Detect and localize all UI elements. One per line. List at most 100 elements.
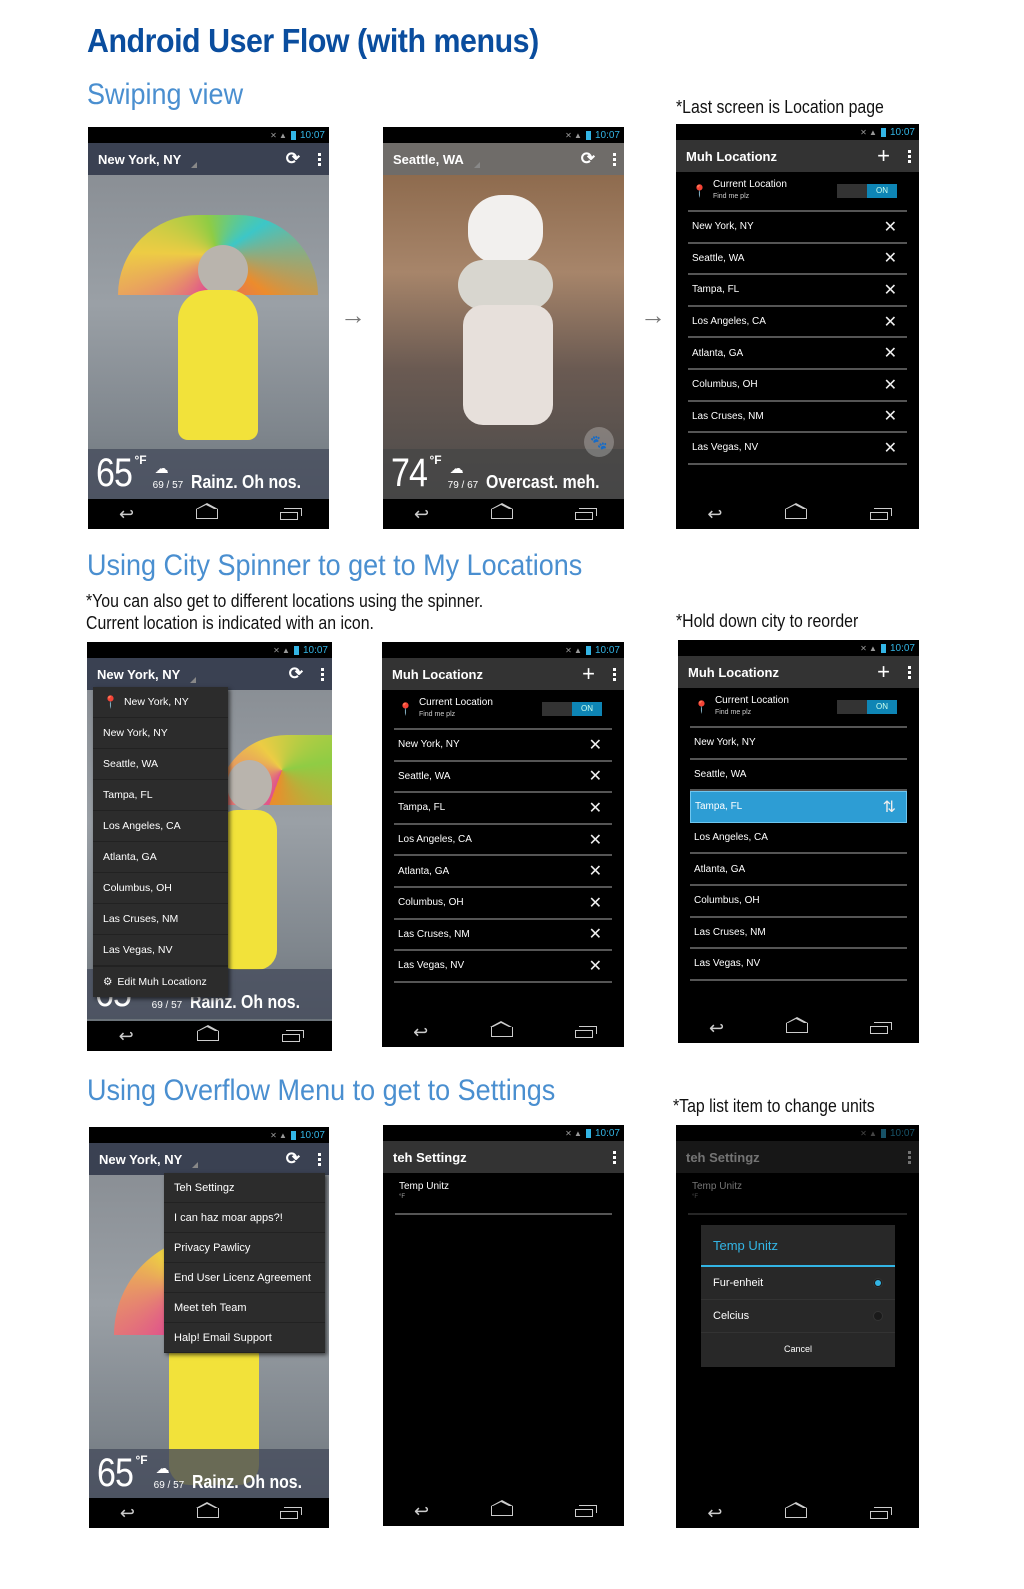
home-icon[interactable] <box>490 503 514 519</box>
remove-icon[interactable]: ✕ <box>884 375 897 395</box>
list-item[interactable]: Las Cruses, NM ✕ <box>688 402 907 434</box>
spinner-item[interactable]: Columbus, OH <box>93 873 228 904</box>
temp-units-row[interactable]: Temp Unitz °F <box>395 1173 612 1215</box>
overflow-menu-icon[interactable] <box>318 1152 321 1166</box>
home-icon[interactable] <box>490 1021 513 1037</box>
back-icon[interactable]: ↩ <box>709 1019 724 1037</box>
back-icon[interactable]: ↩ <box>413 1023 428 1041</box>
overflow-menu-icon[interactable] <box>613 667 616 681</box>
remove-icon[interactable]: ✕ <box>589 766 602 786</box>
home-icon[interactable] <box>784 503 808 519</box>
recents-icon[interactable] <box>869 507 892 520</box>
list-item[interactable]: Las Vegas, NV ✕ <box>688 433 907 465</box>
home-icon[interactable] <box>195 503 219 519</box>
spinner-item-current[interactable]: 📍 New York, NY <box>93 687 228 718</box>
add-location-icon[interactable]: + <box>877 659 890 685</box>
list-item[interactable]: Columbus, OH <box>690 886 907 918</box>
spinner-item[interactable]: Tampa, FL <box>93 780 228 811</box>
recents-icon[interactable] <box>280 507 303 520</box>
home-icon[interactable] <box>490 1500 514 1516</box>
overflow-menu-icon[interactable] <box>908 149 911 163</box>
overflow-menu-icon[interactable] <box>613 1150 616 1164</box>
remove-icon[interactable]: ✕ <box>884 343 897 363</box>
remove-icon[interactable]: ✕ <box>589 924 602 944</box>
remove-icon[interactable]: ✕ <box>589 798 602 818</box>
remove-icon[interactable]: ✕ <box>589 893 602 913</box>
back-icon[interactable]: ↩ <box>414 1502 429 1520</box>
list-item-dragging[interactable]: Tampa, FL ⇅ <box>690 791 907 823</box>
list-item[interactable]: Los Angeles, CA <box>690 823 907 855</box>
menu-item-eula[interactable]: End User Licenz Agreement <box>164 1263 325 1293</box>
remove-icon[interactable]: ✕ <box>884 438 897 458</box>
remove-icon[interactable]: ✕ <box>884 406 897 426</box>
city-spinner[interactable]: Seattle, WA <box>393 152 464 167</box>
list-item[interactable]: Seattle, WA ✕ <box>688 244 907 276</box>
refresh-icon[interactable]: ⟳ <box>286 149 300 169</box>
menu-item-settings[interactable]: Teh Settingz <box>164 1173 325 1203</box>
menu-item-more-apps[interactable]: I can haz moar apps?! <box>164 1203 325 1233</box>
remove-icon[interactable]: ✕ <box>589 830 602 850</box>
remove-icon[interactable]: ✕ <box>884 248 897 268</box>
overflow-menu-icon[interactable] <box>318 152 321 166</box>
add-location-icon[interactable]: + <box>582 661 595 687</box>
spinner-item[interactable]: Las Vegas, NV <box>93 935 228 966</box>
radio-selected-icon[interactable] <box>873 1278 883 1288</box>
current-location-toggle[interactable]: ON <box>542 702 602 716</box>
refresh-icon[interactable]: ⟳ <box>289 664 303 684</box>
add-location-icon[interactable]: + <box>877 143 890 169</box>
radio-unselected-icon[interactable] <box>873 1311 883 1321</box>
current-location-row[interactable]: 📍 Current Location Find me plz ON <box>688 172 907 212</box>
list-item[interactable]: Columbus, OH ✕ <box>394 888 612 920</box>
recents-icon[interactable] <box>282 1029 305 1042</box>
list-item[interactable]: Columbus, OH ✕ <box>688 370 907 402</box>
spinner-item[interactable]: Atlanta, GA <box>93 842 228 873</box>
menu-item-privacy[interactable]: Privacy Pawlicy <box>164 1233 325 1263</box>
remove-icon[interactable]: ✕ <box>884 217 897 237</box>
recents-icon[interactable] <box>574 1025 597 1038</box>
paw-icon[interactable]: 🐾 <box>584 427 614 457</box>
list-item[interactable]: Las Cruses, NM <box>690 918 907 950</box>
back-icon[interactable]: ↩ <box>120 1504 135 1522</box>
recents-icon[interactable] <box>280 1506 303 1519</box>
list-item[interactable]: New York, NY ✕ <box>394 730 612 762</box>
back-icon[interactable]: ↩ <box>119 505 134 523</box>
list-item[interactable]: Atlanta, GA ✕ <box>394 856 612 888</box>
remove-icon[interactable]: ✕ <box>589 735 602 755</box>
reorder-handle-icon[interactable]: ⇅ <box>883 797 896 817</box>
overflow-menu-icon[interactable] <box>321 667 324 681</box>
remove-icon[interactable]: ✕ <box>589 956 602 976</box>
remove-icon[interactable]: ✕ <box>589 861 602 881</box>
list-item[interactable]: Las Vegas, NV <box>690 949 907 981</box>
city-spinner[interactable]: New York, NY <box>98 152 181 167</box>
home-icon[interactable] <box>785 1017 809 1033</box>
list-item[interactable]: Las Vegas, NV ✕ <box>394 951 612 983</box>
spinner-item[interactable]: Los Angeles, CA <box>93 811 228 842</box>
remove-icon[interactable]: ✕ <box>884 312 897 332</box>
remove-icon[interactable]: ✕ <box>884 280 897 300</box>
list-item[interactable]: New York, NY <box>690 728 907 760</box>
home-icon[interactable] <box>196 1502 219 1518</box>
list-item[interactable]: Tampa, FL ✕ <box>688 275 907 307</box>
list-item[interactable]: Las Cruses, NM ✕ <box>394 920 612 952</box>
list-item[interactable]: Tampa, FL ✕ <box>394 793 612 825</box>
city-spinner[interactable]: New York, NY <box>99 1152 182 1167</box>
edit-locations-item[interactable]: ⚙ Edit Muh Locationz <box>93 966 228 997</box>
recents-icon[interactable] <box>869 1506 892 1519</box>
home-icon[interactable] <box>784 1502 808 1518</box>
spinner-item[interactable]: New York, NY <box>93 718 228 749</box>
current-location-row[interactable]: 📍 Current Location Find me plz ON <box>690 688 907 728</box>
current-location-row[interactable]: 📍 Current Location Find me plz ON <box>394 690 612 730</box>
list-item[interactable]: Seattle, WA ✕ <box>394 762 612 794</box>
current-location-toggle[interactable]: ON <box>837 700 897 714</box>
back-icon[interactable]: ↩ <box>707 1504 722 1522</box>
cancel-button[interactable]: Cancel <box>701 1333 895 1365</box>
home-icon[interactable] <box>196 1025 220 1041</box>
list-item[interactable]: Los Angeles, CA ✕ <box>394 825 612 857</box>
spinner-item[interactable]: Las Cruses, NM <box>93 904 228 935</box>
recents-icon[interactable] <box>575 1504 598 1517</box>
recents-icon[interactable] <box>575 507 598 520</box>
menu-item-team[interactable]: Meet teh Team <box>164 1293 325 1323</box>
back-icon[interactable]: ↩ <box>119 1027 134 1045</box>
spinner-item[interactable]: Seattle, WA <box>93 749 228 780</box>
overflow-menu-icon[interactable] <box>613 152 616 166</box>
